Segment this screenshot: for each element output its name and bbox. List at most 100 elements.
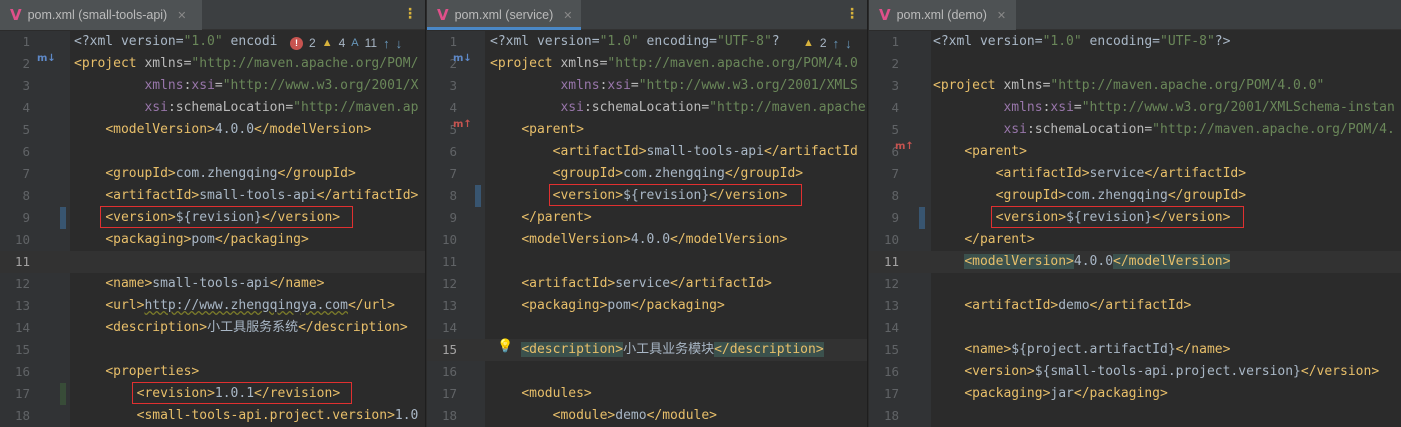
- code-line[interactable]: 2 <project xmlns="http://maven.apache.org…: [0, 53, 425, 75]
- code-line[interactable]: 1 <?xml version="1.0" encoding="UTF-8"?>: [869, 31, 1401, 53]
- code-line[interactable]: 14: [869, 317, 1401, 339]
- inspection-widget[interactable]: ! 2 ▲ 4 A 11 ↑ ↓: [286, 33, 407, 53]
- code-line[interactable]: 6: [0, 141, 425, 163]
- line-number: 8: [449, 188, 457, 203]
- code-line[interactable]: 2: [869, 53, 1401, 75]
- code-line[interactable]: 4 xsi:schemaLocation="http://maven.ap: [0, 97, 425, 119]
- code-line[interactable]: 10 <modelVersion>4.0.0</modelVersion>: [427, 229, 867, 251]
- code-text: <artifactId>demo</artifactId>: [964, 298, 1192, 313]
- maven-parent-icon[interactable]: m↑: [453, 119, 472, 130]
- line-number: 8: [891, 188, 899, 203]
- code-line[interactable]: 15 <description>小工具业务模块</description>: [427, 339, 867, 361]
- code-line[interactable]: 11 <modelVersion>4.0.0</modelVersion>: [869, 251, 1401, 273]
- code-line[interactable]: 8 <groupId>com.zhengqing</groupId>: [869, 185, 1401, 207]
- line-number: 10: [441, 232, 457, 247]
- code-line[interactable]: 18 <module>demo</module>: [427, 405, 867, 427]
- line-number: 5: [22, 122, 30, 137]
- code-text: <packaging>jar</packaging>: [964, 386, 1168, 401]
- next-problem-icon[interactable]: ↓: [396, 36, 403, 51]
- code-line[interactable]: 14 <description>小工具服务系统</description>: [0, 317, 425, 339]
- code-editor[interactable]: 1 <?xml version="1.0" encoding="UTF-8"? 2 <…: [427, 31, 867, 427]
- close-icon[interactable]: ✕: [563, 9, 572, 22]
- code-line[interactable]: 13 <packaging>pom</packaging>: [427, 295, 867, 317]
- code-text: <modelVersion>4.0.0</modelVersion>: [964, 254, 1231, 269]
- code-line[interactable]: 4 xmlns:xsi="http://www.w3.org/2001/XMLS…: [869, 97, 1401, 119]
- code-line[interactable]: 18 <small-tools-api.project.version>1.0: [0, 405, 425, 427]
- code-line[interactable]: 3 xmlns:xsi="http://www.w3.org/2001/X: [0, 75, 425, 97]
- code-line[interactable]: 11: [427, 251, 867, 273]
- code-line[interactable]: 2 <project xmlns="http://maven.apache.org…: [427, 53, 867, 75]
- code-line[interactable]: 10 <packaging>pom</packaging>: [0, 229, 425, 251]
- close-icon[interactable]: ✕: [177, 9, 186, 22]
- code-line[interactable]: 16 <properties>: [0, 361, 425, 383]
- warning-icon: ▲: [321, 37, 333, 49]
- code-line[interactable]: 9 </parent>: [427, 207, 867, 229]
- prev-problem-icon[interactable]: ↑: [383, 36, 390, 51]
- line-number: 15: [441, 342, 457, 357]
- code-line[interactable]: 16 <version>${small-tools-api.project.ve…: [869, 361, 1401, 383]
- code-line[interactable]: 12: [869, 273, 1401, 295]
- code-line[interactable]: 13 <url>http://www.zhengqingya.com</url>: [0, 295, 425, 317]
- code-editor[interactable]: 1 <?xml version="1.0" encodi 2 <project xml…: [0, 31, 425, 427]
- code-line[interactable]: 17 <modules>: [427, 383, 867, 405]
- code-text: xmlns:xsi="http://www.w3.org/2001/X: [144, 78, 419, 93]
- code-line[interactable]: 10 </parent>: [869, 229, 1401, 251]
- code-text: xsi:schemaLocation="http://maven.apache.…: [1003, 122, 1395, 137]
- close-icon[interactable]: ✕: [997, 9, 1006, 22]
- tab-label: pom.xml (demo): [896, 8, 987, 22]
- code-line[interactable]: 7 <groupId>com.zhengqing</groupId>: [427, 163, 867, 185]
- code-line[interactable]: 13 <artifactId>demo</artifactId>: [869, 295, 1401, 317]
- more-options-icon[interactable]: ⋮: [845, 6, 859, 22]
- maven-modules-icon[interactable]: m↓: [37, 53, 56, 64]
- code-line[interactable]: 14: [427, 317, 867, 339]
- line-number: 9: [449, 210, 457, 225]
- code-line[interactable]: 5 <parent>: [427, 119, 867, 141]
- lightbulb-icon[interactable]: 💡: [497, 339, 513, 354]
- code-line[interactable]: 7 <artifactId>service</artifactId>: [869, 163, 1401, 185]
- code-line[interactable]: 16: [427, 361, 867, 383]
- code-line[interactable]: 11: [0, 251, 425, 273]
- line-number: 13: [883, 298, 899, 313]
- code-line[interactable]: 3 xmlns:xsi="http://www.w3.org/2001/XMLS: [427, 75, 867, 97]
- code-line[interactable]: 7 <groupId>com.zhengqing</groupId>: [0, 163, 425, 185]
- code-editor[interactable]: 1 <?xml version="1.0" encoding="UTF-8"?> 2…: [869, 31, 1401, 427]
- code-line[interactable]: 8 <artifactId>small-tools-api</artifactI…: [0, 185, 425, 207]
- code-line[interactable]: 3 <project xmlns="http://maven.apache.org…: [869, 75, 1401, 97]
- line-number: 1: [891, 34, 899, 49]
- line-number: 1: [449, 34, 457, 49]
- inspection-widget[interactable]: ▲ 2 ↑ ↓: [799, 33, 856, 53]
- code-text: <url>http://www.zhengqingya.com</url>: [105, 298, 395, 313]
- tab-pom-service[interactable]: V pom.xml (service) ✕: [427, 0, 581, 30]
- next-problem-icon[interactable]: ↓: [845, 36, 852, 51]
- code-line[interactable]: 15: [0, 339, 425, 361]
- more-options-icon[interactable]: ⋮: [403, 6, 417, 22]
- code-line[interactable]: 5 <modelVersion>4.0.0</modelVersion>: [0, 119, 425, 141]
- error-count: 2: [309, 36, 316, 50]
- code-line[interactable]: 17 <packaging>jar</packaging>: [869, 383, 1401, 405]
- code-text: <version>${small-tools-api.project.versi…: [964, 364, 1380, 379]
- code-line[interactable]: 18: [869, 405, 1401, 427]
- maven-parent-icon[interactable]: m↑: [895, 141, 914, 152]
- code-line[interactable]: 15 <name>${project.artifactId}</name>: [869, 339, 1401, 361]
- code-text: <parent>: [521, 122, 584, 137]
- code-line[interactable]: 6 <artifactId>small-tools-api</artifactI…: [427, 141, 867, 163]
- code-line[interactable]: 5 xsi:schemaLocation="http://maven.apach…: [869, 119, 1401, 141]
- code-line[interactable]: 4 xsi:schemaLocation="http://maven.apach…: [427, 97, 867, 119]
- change-marker: [919, 207, 925, 229]
- code-line[interactable]: 12 <artifactId>service</artifactId>: [427, 273, 867, 295]
- maven-modules-icon[interactable]: m↓: [453, 53, 472, 64]
- maven-file-icon: V: [879, 6, 891, 24]
- code-text: xmlns:xsi="http://www.w3.org/2001/XMLSch…: [1003, 100, 1395, 115]
- highlight-box-version: [991, 206, 1244, 228]
- tab-pom-demo[interactable]: V pom.xml (demo) ✕: [869, 0, 1016, 30]
- warning-count: 4: [338, 36, 346, 50]
- prev-problem-icon[interactable]: ↑: [833, 36, 840, 51]
- line-number: 3: [891, 78, 899, 93]
- tab-pom-small-tools-api[interactable]: V pom.xml (small-tools-api) ✕: [0, 0, 202, 30]
- change-marker: [60, 383, 66, 405]
- code-text: <?xml version="1.0" encoding="UTF-8"?>: [933, 34, 1231, 49]
- editor-pane-small-tools-api: V pom.xml (small-tools-api) ✕ ⋮ 1 <?xml v…: [0, 0, 426, 427]
- code-line[interactable]: 6 <parent>: [869, 141, 1401, 163]
- code-text: <groupId>com.zhengqing</groupId>: [995, 188, 1247, 203]
- code-line[interactable]: 12 <name>small-tools-api</name>: [0, 273, 425, 295]
